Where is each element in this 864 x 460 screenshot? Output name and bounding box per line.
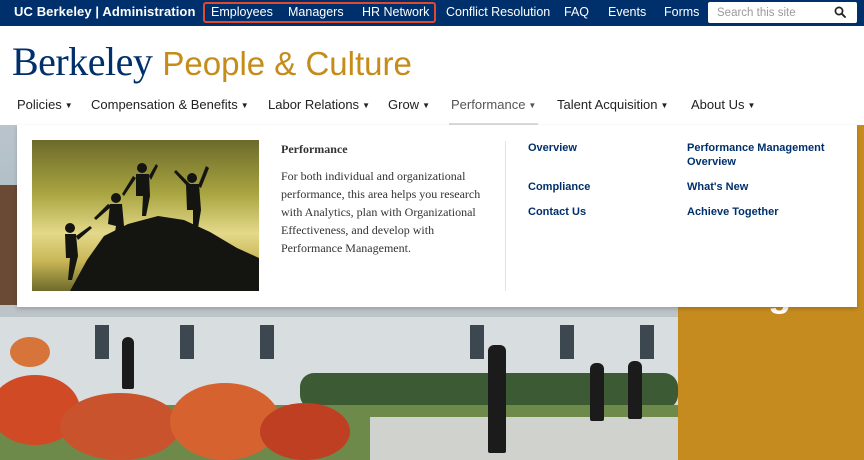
panel-divider — [505, 141, 506, 291]
link-overview[interactable]: Overview — [528, 141, 577, 155]
nav-grow[interactable]: Grow ▼ — [388, 97, 430, 112]
nav-label: Grow — [388, 97, 420, 112]
topnav-hr-network[interactable]: HR Network — [362, 5, 429, 19]
performance-mega-menu: Performance For both individual and orga… — [17, 125, 857, 307]
site-logo[interactable]: Berkeley People & Culture — [12, 38, 412, 84]
nav-label: Compensation & Benefits — [91, 97, 238, 112]
main-navigation: Policies ▼ Compensation & Benefits ▼ Labor… — [0, 92, 864, 126]
link-compliance[interactable]: Compliance — [528, 180, 590, 194]
logo-berkeley: Berkeley — [12, 39, 153, 84]
caret-down-icon: ▼ — [422, 101, 430, 110]
caret-down-icon: ▼ — [528, 101, 537, 110]
nav-policies[interactable]: Policies ▼ — [17, 97, 73, 112]
caret-down-icon: ▼ — [240, 101, 249, 110]
climbers-silhouette — [65, 163, 259, 291]
nav-label: Talent Acquisition — [557, 97, 658, 112]
search-icon[interactable] — [834, 6, 846, 18]
topnav-events[interactable]: Events — [608, 5, 646, 19]
nav-compensation-benefits[interactable]: Compensation & Benefits ▼ — [91, 97, 249, 112]
nav-labor-relations[interactable]: Labor Relations ▼ — [268, 97, 370, 112]
nav-label: About Us — [691, 97, 745, 112]
caret-down-icon: ▼ — [64, 101, 73, 110]
link-achieve-together[interactable]: Achieve Together — [687, 205, 779, 219]
caret-down-icon: ▼ — [747, 101, 756, 110]
site-brand[interactable]: UC Berkeley | Administration — [14, 4, 196, 19]
link-contact-us[interactable]: Contact Us — [528, 205, 586, 219]
topnav-managers[interactable]: Managers — [288, 5, 344, 19]
nav-label: Labor Relations — [268, 97, 360, 112]
nav-label: Performance — [451, 97, 526, 112]
topnav-forms[interactable]: Forms — [664, 5, 699, 19]
topnav-employees[interactable]: Employees — [211, 5, 273, 19]
site-search — [708, 2, 857, 23]
nav-talent-acquisition[interactable]: Talent Acquisition ▼ — [557, 97, 668, 112]
topnav-conflict-resolution[interactable]: Conflict Resolution — [446, 5, 550, 19]
climbers-photo — [32, 140, 259, 291]
topnav-faq[interactable]: FAQ — [564, 5, 589, 19]
nav-label: Policies — [17, 97, 62, 112]
nav-about-us[interactable]: About Us ▼ — [691, 97, 755, 112]
utility-bar: UC Berkeley | Administration Employees M… — [0, 0, 864, 26]
nav-performance[interactable]: Performance ▼ — [448, 97, 539, 126]
panel-description: For both individual and organizational p… — [281, 169, 481, 255]
caret-down-icon: ▼ — [660, 101, 669, 110]
logo-people-culture: People & Culture — [162, 45, 412, 82]
caret-down-icon: ▼ — [362, 101, 370, 110]
panel-title: Performance — [281, 142, 348, 156]
search-input[interactable] — [708, 2, 826, 23]
link-whats-new[interactable]: What's New — [687, 180, 748, 194]
link-performance-management-overview[interactable]: Performance Management Overview — [687, 141, 837, 169]
